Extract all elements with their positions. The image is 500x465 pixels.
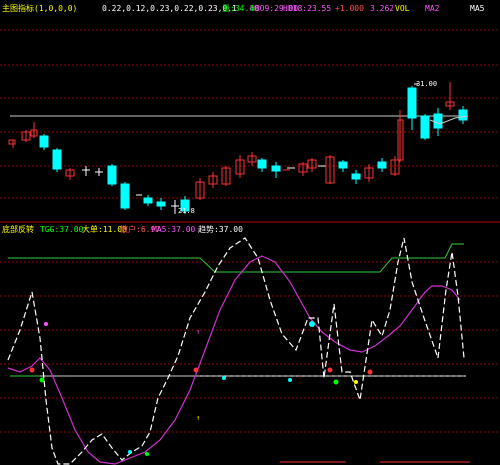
indicator-trend: 趋势:37.00 bbox=[198, 225, 243, 234]
indicator-tgg: TGG:37.00 bbox=[40, 225, 84, 234]
indicator-mark-2: ↑ bbox=[196, 414, 200, 422]
indicator-title: 底部反转 bbox=[2, 225, 34, 234]
indicator-ma5: MA5:37.00 bbox=[152, 225, 196, 234]
signal-markers bbox=[29, 321, 373, 456]
upper-band-line bbox=[8, 243, 464, 273]
high-price-label: 31.00 bbox=[416, 80, 437, 88]
indicator-header: 底部反转 TGG:37.00 大单:11.00 散户:6.97 MA5:37.0… bbox=[2, 224, 500, 236]
indicator-mark-1: ↑ bbox=[196, 328, 200, 336]
ma5-line bbox=[7, 255, 461, 465]
candles bbox=[8, 82, 468, 214]
low-price-label: 21.8 bbox=[178, 207, 195, 215]
